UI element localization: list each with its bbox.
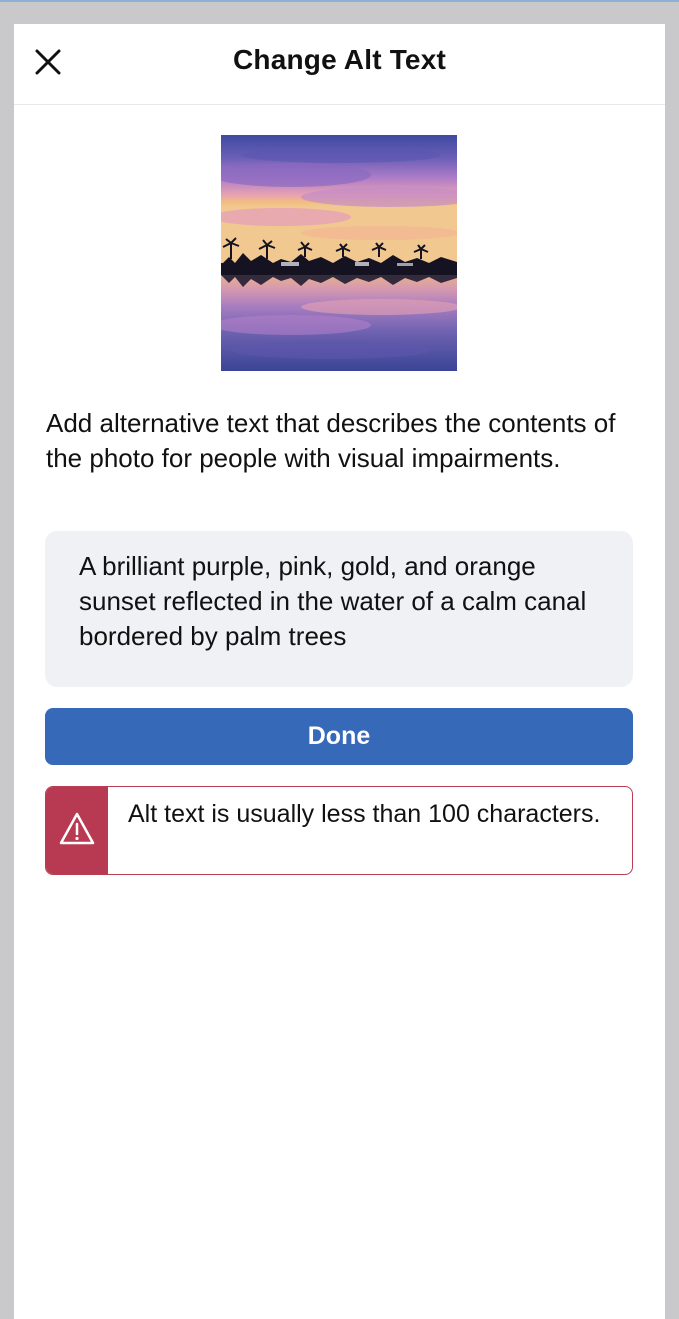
top-edge-strip	[0, 0, 679, 2]
character-limit-warning: Alt text is usually less than 100 charac…	[45, 786, 633, 875]
photo-thumbnail	[221, 135, 457, 371]
warning-indicator	[46, 787, 108, 874]
alt-text-sheet: Change Alt Text Add alternative text tha…	[14, 24, 665, 1319]
warning-triangle-icon	[59, 812, 95, 845]
sunset-photo	[221, 135, 457, 371]
done-button[interactable]: Done	[45, 708, 633, 765]
page-title: Change Alt Text	[232, 44, 446, 75]
warning-message: Alt text is usually less than 100 charac…	[128, 800, 601, 828]
alt-text-input[interactable]: A brilliant purple, pink, gold, and oran…	[45, 531, 633, 687]
instructions-text: Add alternative text that describes the …	[46, 408, 616, 473]
sheet-header: Change Alt Text	[14, 24, 665, 105]
